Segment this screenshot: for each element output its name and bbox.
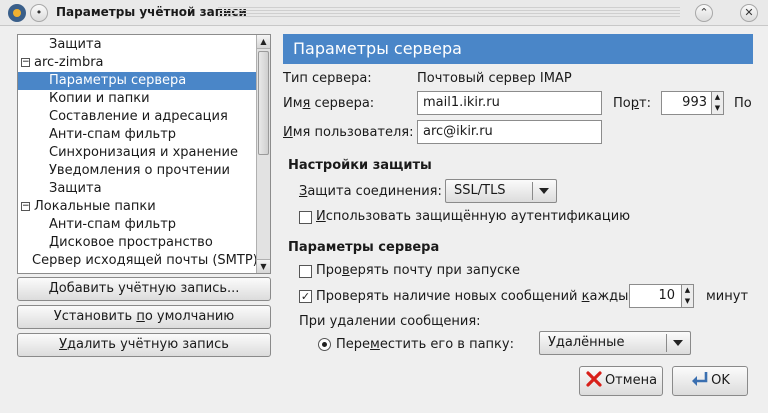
- tree-item-label: arc-zimbra: [34, 55, 104, 70]
- panel-header: Параметры сервера: [283, 34, 753, 64]
- chevron-up-icon: ⌃: [699, 6, 709, 19]
- add-account-button[interactable]: Добавить учётную запись...: [17, 277, 271, 301]
- collapse-icon[interactable]: −: [21, 202, 30, 211]
- collapse-icon[interactable]: −: [21, 58, 30, 67]
- minimize-button[interactable]: ⌃: [695, 4, 713, 22]
- tree-item[interactable]: Параметры сервера: [18, 72, 256, 90]
- port-stepper[interactable]: 993 ▲ ▼: [661, 91, 724, 115]
- tree-item-label: Локальные папки: [34, 199, 156, 214]
- interval-unit: минут: [706, 289, 749, 304]
- tree-item[interactable]: Дисковое пространство: [18, 234, 256, 252]
- move-to-folder-label: Переместить его в папку:: [336, 337, 514, 352]
- port-spin-buttons[interactable]: ▲ ▼: [711, 92, 723, 114]
- tree-item-label: Дисковое пространство: [49, 235, 213, 250]
- tree-item-label: Сервер исходящей почты (SMTP): [32, 253, 258, 268]
- move-to-folder-radio[interactable]: [318, 338, 331, 351]
- tree-item[interactable]: Защита: [18, 36, 256, 54]
- title-bar: • Параметры учётной записи ⌃ ✕: [0, 0, 768, 26]
- tree-item-label: Уведомления о прочтении: [49, 163, 230, 178]
- chevron-down-icon: [539, 188, 549, 194]
- check-on-startup-label: Проверять почту при запуске: [316, 263, 521, 278]
- remove-account-button[interactable]: Удалить учётную запись: [17, 333, 271, 357]
- username-label: Имя пользователя:: [283, 125, 414, 140]
- tree-item[interactable]: Уведомления о прочтении: [18, 162, 256, 180]
- tree-scrollbar[interactable]: ▲ ▼: [256, 35, 270, 273]
- spin-down-icon: ▼: [684, 297, 691, 305]
- folder-select[interactable]: Удалённые: [539, 331, 691, 355]
- tree-item-label: Составление и адресация: [49, 109, 228, 124]
- tree-item[interactable]: − arc-zimbra: [18, 54, 256, 72]
- tree-item[interactable]: Синхронизация и хранение: [18, 144, 256, 162]
- tree-item-label: Анти-спам фильтр: [49, 217, 177, 232]
- tree-item[interactable]: Копии и папки: [18, 90, 256, 108]
- spin-up-icon: ▲: [684, 286, 691, 294]
- server-name-input[interactable]: mail1.ikir.ru: [417, 91, 602, 115]
- cancel-button[interactable]: Отмена: [579, 366, 663, 396]
- secure-auth-checkbox[interactable]: [299, 211, 312, 224]
- tree-item-label: Анти-спам фильтр: [49, 127, 177, 142]
- server-type-label: Тип сервера:: [283, 71, 372, 86]
- tree-item[interactable]: − Локальные папки: [18, 198, 256, 216]
- server-name-label: Имя сервера:: [283, 96, 375, 111]
- interval-stepper[interactable]: 10 ▲ ▼: [629, 284, 694, 308]
- account-tree[interactable]: Защита − arc-zimbra Параметры сервера Копии …: [17, 34, 271, 274]
- thunderbird-icon: [8, 4, 26, 22]
- tree-item[interactable]: Анти-спам фильтр: [18, 216, 256, 234]
- tree-item-label: Синхронизация и хранение: [49, 145, 238, 160]
- tree-item-label: Копии и папки: [49, 91, 150, 106]
- connection-security-select[interactable]: SSL/TLS: [445, 179, 557, 203]
- server-type-value: Почтовый сервер IMAP: [417, 71, 572, 86]
- secure-auth-label: Использовать защищённую аутентификацию: [316, 209, 631, 224]
- ok-button[interactable]: OK: [672, 366, 748, 396]
- scroll-up-button[interactable]: ▲: [257, 35, 270, 49]
- close-button[interactable]: ✕: [740, 4, 758, 22]
- close-icon: ✕: [744, 6, 754, 19]
- checkmark-icon: ✓: [300, 290, 311, 303]
- interval-spin-buttons[interactable]: ▲ ▼: [681, 285, 693, 307]
- tree-item-label: Параметры сервера: [49, 73, 187, 88]
- tree-item[interactable]: Анти-спам фильтр: [18, 126, 256, 144]
- cancel-icon: [586, 371, 602, 387]
- tree-item[interactable]: Составление и адресация: [18, 108, 256, 126]
- dot-icon: •: [35, 6, 43, 19]
- scroll-down-button[interactable]: ▼: [257, 259, 270, 273]
- security-heading: Настройки защиты: [288, 158, 432, 173]
- server-settings-heading: Параметры сервера: [288, 240, 440, 255]
- check-every-label: Проверять наличие новых сообщений каждые: [316, 289, 637, 304]
- title-decoration: [218, 7, 680, 19]
- enter-icon: [692, 372, 708, 386]
- tree-item-label: Защита: [49, 37, 102, 52]
- port-trailing-text: По: [734, 96, 752, 111]
- check-on-startup-checkbox[interactable]: [299, 265, 312, 278]
- check-every-checkbox[interactable]: ✓: [299, 290, 312, 303]
- spin-up-icon: ▲: [714, 93, 721, 101]
- spin-down-icon: ▼: [714, 104, 721, 112]
- tree-item[interactable]: Защита: [18, 180, 256, 198]
- window-menu-button[interactable]: •: [30, 4, 48, 22]
- tree-item[interactable]: Сервер исходящей почты (SMTP): [18, 252, 258, 270]
- username-input[interactable]: arc@ikir.ru: [417, 120, 602, 144]
- on-delete-label: При удалении сообщения:: [299, 314, 481, 329]
- set-default-button[interactable]: Установить по умолчанию: [17, 305, 271, 329]
- connection-security-label: Защита соединения:: [299, 184, 442, 199]
- scroll-thumb[interactable]: [258, 51, 269, 155]
- port-label: Порт:: [613, 96, 651, 111]
- tree-item-label: Защита: [49, 181, 102, 196]
- chevron-down-icon: [673, 340, 683, 346]
